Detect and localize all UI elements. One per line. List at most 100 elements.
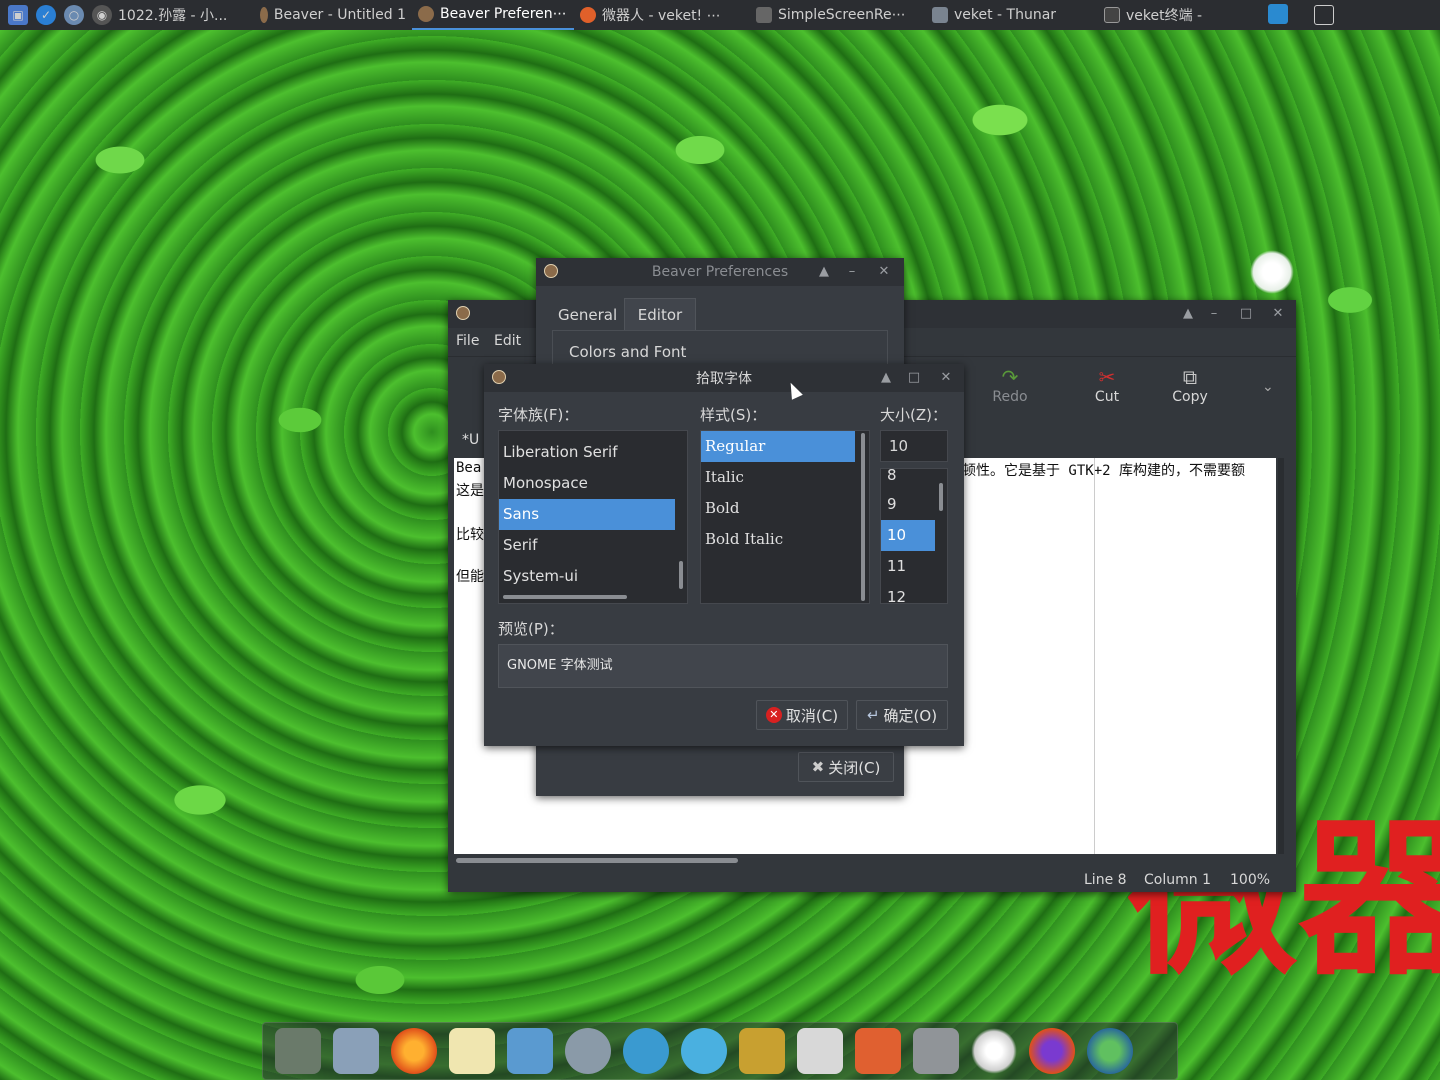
size-vscroll[interactable] <box>939 483 943 511</box>
close-icon[interactable]: ✕ <box>1270 306 1286 322</box>
font-dialog-titlebar[interactable]: 拾取字体 ▲ □ ✕ <box>484 364 964 392</box>
minimize-icon[interactable]: – <box>844 264 860 280</box>
settings-icon[interactable] <box>971 1028 1017 1074</box>
close-button[interactable]: ✖ 关闭(C) <box>798 752 894 782</box>
taskbar: ▣ ✓ ○ ◉ 1022.孙露 - 小... Beaver - Untitled… <box>0 0 1440 30</box>
record-icon[interactable]: ◉ <box>92 5 112 25</box>
network-icon[interactable] <box>565 1028 611 1074</box>
firefox-icon[interactable] <box>391 1028 437 1074</box>
exit-icon[interactable] <box>739 1028 785 1074</box>
scissors-icon: ✂ <box>1098 365 1116 389</box>
style-item[interactable]: Bold <box>701 493 855 524</box>
family-item-selected[interactable]: Sans <box>499 499 675 530</box>
status-line: Line 8 <box>1084 872 1127 888</box>
beaver-icon <box>456 306 470 320</box>
style-label: 样式(S)： <box>700 406 767 424</box>
tab-general[interactable]: General <box>558 306 617 324</box>
preferences-titlebar[interactable]: Beaver Preferences ▲ – ✕ <box>536 258 904 286</box>
notepad-icon[interactable] <box>449 1028 495 1074</box>
wallpaper-app-icon[interactable] <box>275 1028 321 1074</box>
task-video[interactable]: 1022.孙露 - 小... <box>112 0 254 30</box>
maximize-icon[interactable]: □ <box>906 370 922 386</box>
task-terminal[interactable]: veket终端 - <box>1098 0 1260 30</box>
task-manager-icon[interactable] <box>797 1028 843 1074</box>
size-label: 大小(Z)： <box>880 406 947 424</box>
window-icon <box>756 7 772 23</box>
image-viewer-icon[interactable] <box>507 1028 553 1074</box>
cancel-button[interactable]: ✕ 取消(C) <box>756 700 848 730</box>
close-x-icon: ✖ <box>811 758 825 776</box>
atom-icon[interactable] <box>623 1028 669 1074</box>
task-label: veket - Thunar <box>954 7 1057 23</box>
style-item[interactable]: Italic <box>701 462 855 493</box>
cut-button[interactable]: ✂ Cut <box>1078 365 1136 417</box>
menu-edit[interactable]: Edit <box>494 333 521 349</box>
maximize-icon[interactable]: □ <box>1238 306 1254 322</box>
tab-editor-label: Editor <box>637 306 683 324</box>
rocket-icon[interactable] <box>855 1028 901 1074</box>
beaver-icon <box>544 264 558 278</box>
style-vscroll[interactable] <box>861 433 865 601</box>
task-thunar[interactable]: veket - Thunar <box>926 0 1098 30</box>
task-label: 1022.孙露 - 小... <box>118 8 228 24</box>
redo-button[interactable]: ↷ Redo <box>978 365 1042 417</box>
shade-icon[interactable]: ▲ <box>1180 306 1196 322</box>
size-item-selected[interactable]: 10 <box>881 520 935 551</box>
task-firefox[interactable]: 微器人 - veket! ⋯ <box>574 0 750 30</box>
dock <box>262 1022 1178 1080</box>
size-entry[interactable]: 10 <box>880 430 948 462</box>
copy-icon: ⧉ <box>1182 365 1198 389</box>
family-list[interactable]: Liberation Serif Monospace Sans Serif Sy… <box>498 430 688 604</box>
task-screenrecorder[interactable]: SimpleScreenRe⋯ <box>750 0 926 30</box>
enter-icon: ↵ <box>866 706 880 724</box>
ok-button[interactable]: ↵ 确定(O) <box>856 700 948 730</box>
task-beaver-untitled[interactable]: Beaver - Untitled 1 <box>254 0 412 30</box>
size-list[interactable]: 8 9 10 11 12 <box>880 468 948 604</box>
style-item-selected[interactable]: Regular <box>701 431 855 462</box>
size-item[interactable]: 8 <box>881 469 935 489</box>
monitor-icon[interactable] <box>1268 4 1288 24</box>
chevron-down-icon[interactable]: ⌄ <box>1262 379 1274 395</box>
size-item[interactable]: 11 <box>881 551 935 582</box>
family-hscroll[interactable] <box>503 595 627 599</box>
task-label: Beaver Preferen⋯ <box>440 6 567 22</box>
family-item[interactable]: Serif <box>499 530 675 561</box>
style-list[interactable]: Regular Italic Bold Bold Italic <box>700 430 870 604</box>
system-menu-icon[interactable]: ▣ <box>8 5 28 25</box>
family-vscroll[interactable] <box>679 561 683 589</box>
family-item[interactable]: Monospace <box>499 468 675 499</box>
show-desktop-icon[interactable] <box>1314 5 1334 25</box>
size-item[interactable]: 12 <box>881 582 935 603</box>
vertical-scrollbar[interactable] <box>1278 458 1284 854</box>
family-label: 字体族(F)： <box>498 406 579 424</box>
close-icon[interactable]: ✕ <box>938 370 954 386</box>
network-icon[interactable]: ○ <box>64 5 84 25</box>
section-label: Colors and Font <box>569 343 687 361</box>
family-item[interactable]: System-ui <box>499 561 675 592</box>
copy-label: Copy <box>1172 389 1208 405</box>
menu-file[interactable]: File <box>456 333 479 349</box>
tab-editor[interactable]: Editor <box>624 298 696 330</box>
computer-icon[interactable] <box>333 1028 379 1074</box>
media-player-icon[interactable] <box>681 1028 727 1074</box>
globe-icon[interactable] <box>1087 1028 1133 1074</box>
right-margin-line <box>1094 458 1095 854</box>
terminal-icon <box>1104 7 1120 23</box>
size-item[interactable]: 9 <box>881 489 935 520</box>
task-beaver-preferences[interactable]: Beaver Preferen⋯ <box>412 0 574 30</box>
minimize-icon[interactable]: – <box>1206 306 1222 322</box>
close-button-label: 关闭(C) <box>828 758 881 777</box>
cancel-button-label: 取消(C) <box>785 706 839 725</box>
browser-icon[interactable]: ✓ <box>36 5 56 25</box>
firefox-icon[interactable] <box>1029 1028 1075 1074</box>
shade-icon[interactable]: ▲ <box>816 264 832 280</box>
preview-box[interactable]: GNOME 字体测试 <box>498 644 948 688</box>
drive-icon[interactable] <box>913 1028 959 1074</box>
editor-line: 但能 <box>456 569 484 585</box>
copy-button[interactable]: ⧉ Copy <box>1158 365 1222 417</box>
style-item[interactable]: Bold Italic <box>701 524 855 555</box>
shade-icon[interactable]: ▲ <box>878 370 894 386</box>
horizontal-scrollbar[interactable] <box>456 858 738 863</box>
family-item[interactable]: Liberation Serif <box>499 437 675 468</box>
close-icon[interactable]: ✕ <box>876 264 892 280</box>
